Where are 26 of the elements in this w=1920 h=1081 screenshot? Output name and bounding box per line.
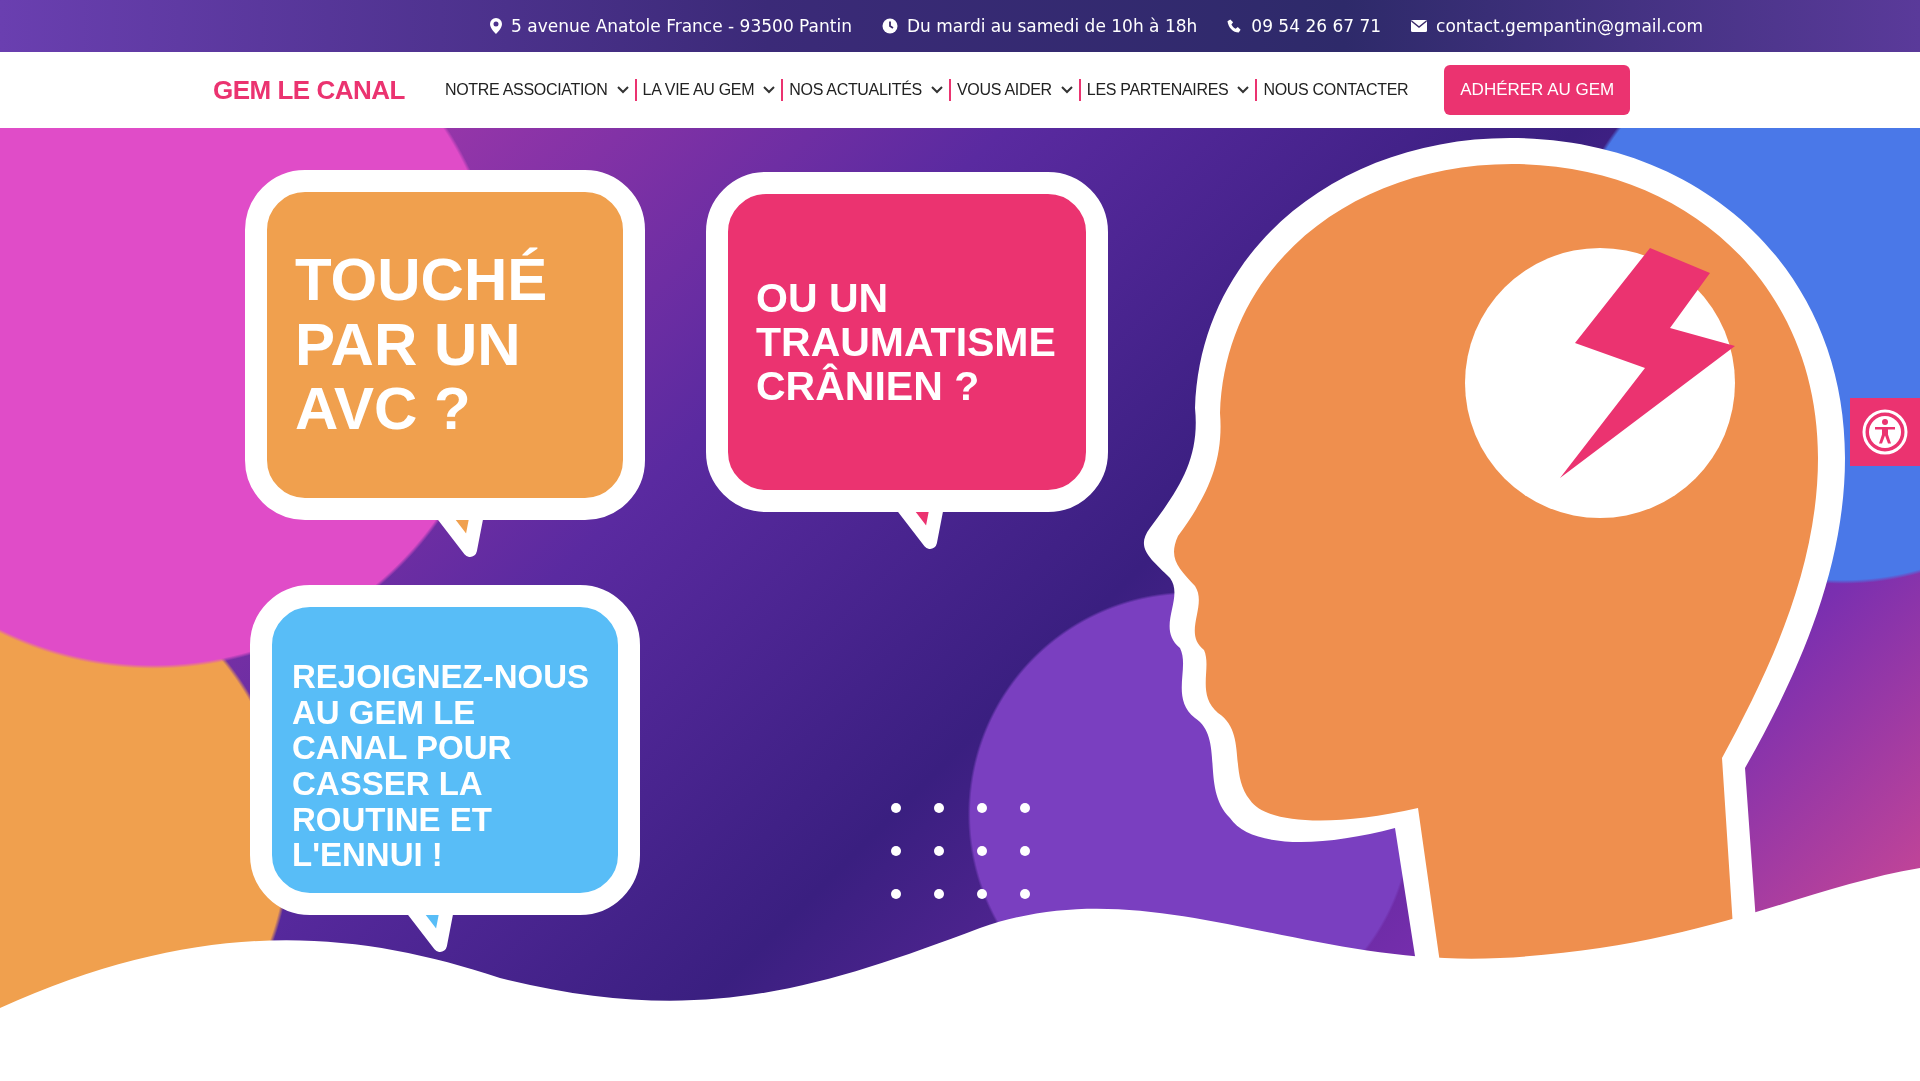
site-logo[interactable]: GEM LE CANAL	[213, 74, 405, 106]
contact-info-text: Du mardi au samedi de 10h à 18h	[906, 16, 1198, 36]
map-pin-icon	[490, 18, 503, 34]
nav-menu-item[interactable]: NOUS CONTACTER	[1257, 81, 1415, 99]
contact-info-text: contact.gempantin@gmail.com	[1436, 16, 1703, 36]
speech-bubble: REJOIGNEZ-NOUS AU GEM LE CANAL POUR CASSER LA ROUTINE ET L'ENNUI !	[250, 585, 640, 915]
chevron-down-icon	[763, 86, 776, 94]
nav-menu-item[interactable]: VOUS AIDER	[950, 81, 1079, 99]
chevron-down-icon	[616, 86, 629, 94]
clock-icon	[881, 18, 898, 34]
accessibility-icon	[1862, 409, 1908, 455]
nav-menu-item[interactable]: LES PARTENAIRES	[1080, 81, 1256, 99]
nav-menu-item[interactable]: NOTRE ASSOCIATION	[438, 81, 635, 99]
contact-info-text: 5 avenue Anatole France - 93500 Pantin	[511, 16, 852, 36]
envelope-icon	[1411, 20, 1428, 32]
chevron-down-icon	[930, 86, 943, 94]
nav-menu-item[interactable]: LA VIE AU GEM	[636, 81, 782, 99]
phone-icon	[1227, 18, 1243, 34]
speech-bubble: TOUCHÉ PAR UN AVC ?	[245, 170, 645, 520]
speech-bubble: OU UN TRAUMATISME CRÂNIEN ?	[706, 172, 1108, 512]
contact-info-text: 09 54 26 67 71	[1251, 16, 1382, 36]
chevron-down-icon	[1237, 86, 1250, 94]
chevron-down-icon	[1060, 86, 1073, 94]
accessibility-button[interactable]	[1850, 398, 1920, 466]
join-button[interactable]: ADHÉRER AU GEM	[1444, 65, 1631, 115]
nav-menu-item[interactable]: NOS ACTUALITÉS	[783, 81, 949, 99]
